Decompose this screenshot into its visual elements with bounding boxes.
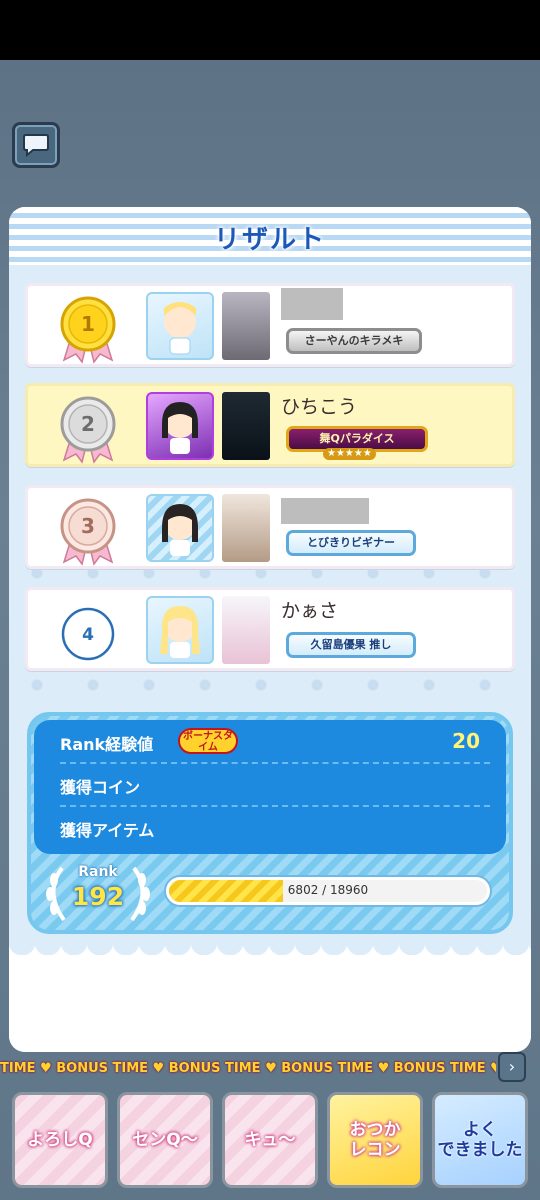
- stamp-button-1[interactable]: よろしQ: [12, 1092, 108, 1188]
- coin-label: 獲得コイン: [60, 778, 141, 797]
- result-row-1: 1 さーやんのキラメキ: [25, 283, 515, 367]
- stamp-label: よろしQ: [27, 1130, 93, 1150]
- divider: [60, 805, 490, 807]
- result-row-2: 2 ひちこう 舞Qパラダイス ★★★★★: [25, 383, 515, 467]
- rank-label: Rank: [78, 864, 118, 880]
- panel-footer: [9, 955, 531, 1052]
- bronze-medal-icon: 3: [60, 498, 116, 566]
- rank-number: 4: [82, 625, 94, 645]
- chat-button[interactable]: [12, 122, 60, 168]
- character-icon: [160, 606, 200, 658]
- stamp-button-2[interactable]: センQ〜: [117, 1092, 213, 1188]
- character-icon: [162, 504, 198, 556]
- player-avatar[interactable]: [146, 392, 214, 460]
- status-bar: [0, 0, 540, 60]
- result-row-4: 4 かぁさ 久留島優果 推し: [25, 587, 515, 671]
- rank-exp-progress-text: 6802 / 18960: [287, 883, 369, 897]
- member-photo: [222, 494, 270, 562]
- bonus-time-badge: ボーナスタイム: [178, 728, 238, 754]
- rank-exp-value: 20: [452, 729, 480, 753]
- rank-exp-progress-bar: 6802 / 18960: [166, 877, 490, 905]
- player-avatar[interactable]: [146, 596, 214, 664]
- rank-value: 192: [71, 882, 125, 911]
- player-title-plate: とびきりビギナー: [286, 530, 416, 556]
- panel-title: リザルト: [213, 225, 326, 255]
- member-photo: [222, 292, 270, 360]
- player-name: かぁさ: [281, 600, 339, 622]
- silver-medal-icon: 2: [60, 396, 116, 464]
- stamp-button-5[interactable]: よく できました: [432, 1092, 528, 1188]
- speech-bubble-icon: [23, 134, 49, 157]
- result-row-3: 3 とびきりビギナー: [25, 485, 515, 569]
- player-title-plate: さーやんのキラメキ: [286, 328, 422, 354]
- rank-number: 3: [81, 514, 95, 538]
- player-name-redacted: [281, 498, 369, 524]
- player-name-redacted: [281, 288, 343, 320]
- character-icon: [162, 402, 198, 454]
- rank-badge: Rank 192: [40, 862, 156, 926]
- player-avatar[interactable]: [146, 494, 214, 562]
- gold-medal-icon: 1: [60, 296, 116, 364]
- stamp-button-3[interactable]: キュ〜: [222, 1092, 318, 1188]
- stamp-label: おつか レコン: [349, 1120, 401, 1160]
- stamp-label: センQ〜: [132, 1130, 198, 1150]
- chevron-right-icon[interactable]: ›: [498, 1052, 526, 1082]
- player-name: ひちこう: [281, 396, 358, 418]
- member-photo: [222, 596, 270, 664]
- character-icon: [164, 302, 196, 355]
- member-photo: [222, 392, 270, 460]
- stamp-button-4[interactable]: おつか レコン: [327, 1092, 423, 1188]
- stamp-label: キュ〜: [244, 1130, 296, 1150]
- rank-4-badge: 4: [61, 607, 115, 661]
- title-stars: ★★★★★: [323, 448, 376, 460]
- item-label: 獲得アイテム: [60, 821, 155, 840]
- reward-stats-inner: Rank経験値 ボーナスタイム 20 獲得コイン 獲得アイテム: [34, 720, 506, 854]
- player-avatar[interactable]: [146, 292, 214, 360]
- rank-exp-label: Rank経験値: [60, 735, 154, 754]
- rank-number: 2: [81, 412, 95, 436]
- stamp-label: よく できました: [437, 1120, 523, 1160]
- bonus-time-ticker: TIME ♥ BONUS TIME ♥ BONUS TIME ♥ BONUS T…: [0, 1061, 496, 1076]
- rank-number: 1: [81, 312, 95, 336]
- divider: [60, 762, 490, 764]
- player-title-plate: 久留島優果 推し: [286, 632, 416, 658]
